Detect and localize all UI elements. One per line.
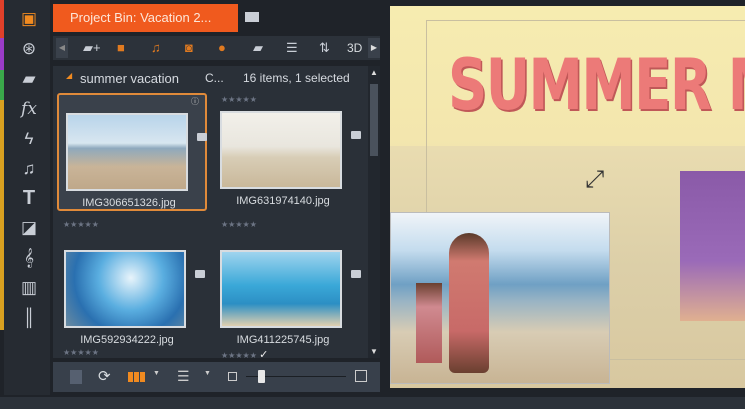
rating-stars[interactable]: ★★★★★ — [221, 95, 257, 104]
folder-filter-icon[interactable]: ▰ — [253, 38, 263, 58]
file-name: IMG592934222.jpg — [80, 334, 174, 346]
file-name: IMG631974140.jpg — [236, 195, 330, 207]
thumbnail — [66, 113, 188, 191]
rating-stars[interactable]: ★★★★★ — [63, 220, 99, 229]
rating-stars[interactable]: ★★★★★ — [221, 220, 257, 229]
folder-icon — [351, 131, 361, 139]
music-icon[interactable]: ♫ — [18, 158, 40, 180]
audio-filter-icon[interactable]: ♫ — [151, 38, 161, 58]
library-sidebar: ▣ ⊛ ▰ fx ϟ ♫ T ◪ 𝄞 ▥ ║ — [4, 0, 50, 395]
text-icon[interactable]: T — [18, 187, 40, 209]
tab-project-bin[interactable]: Project Bin: Vacation 2... — [53, 4, 238, 32]
breadcrumb-collection[interactable]: C... — [205, 71, 224, 85]
photo-overlay[interactable] — [390, 212, 610, 384]
file-name: IMG411225745.jpg — [236, 334, 330, 346]
waveform-icon[interactable]: ║ — [18, 307, 40, 329]
large-thumb-icon — [355, 370, 367, 382]
undock-icon[interactable] — [245, 12, 259, 22]
fx-icon[interactable]: fx — [18, 98, 40, 120]
grid-view-icon[interactable] — [128, 372, 146, 382]
folder-icon — [351, 270, 361, 278]
thumbnail — [64, 250, 186, 328]
photo-filter-icon[interactable]: ◙ — [185, 38, 193, 58]
folder-icon — [197, 133, 207, 141]
lightning-icon[interactable]: ϟ — [18, 128, 40, 150]
details-view-icon[interactable]: ☰ — [177, 368, 190, 385]
collapse-icon[interactable]: ◢ — [66, 71, 72, 80]
preview-canvas[interactable]: SUMMER M ⤢ — [390, 6, 745, 388]
project-bin-panel: Project Bin: Vacation 2... ◀ ▰+ ■ ♫ ◙ ● … — [50, 0, 382, 395]
new-folder-icon[interactable]: ▰+ — [83, 38, 101, 58]
breadcrumb: ◢ summer vacation C... 16 items, 1 selec… — [53, 66, 368, 90]
3d-filter-button[interactable]: 3D — [347, 38, 362, 58]
bin-bottom-bar: ⟳ ▼ ☰ ▼ — [53, 362, 380, 392]
child-figure — [416, 283, 442, 363]
small-thumb-icon — [228, 372, 237, 381]
refresh-icon[interactable]: ⟳ — [98, 367, 111, 385]
file-name: IMG306651326.jpg — [82, 197, 176, 209]
status-bar — [0, 397, 745, 409]
transition-icon[interactable]: ◪ — [18, 217, 40, 239]
bin-toolbar: ◀ ▰+ ■ ♫ ◙ ● ▰ ☰ ⇅ 3D ▶ — [53, 36, 380, 60]
item-count: 16 items, 1 selected — [243, 71, 350, 85]
piano-icon[interactable]: ▥ — [18, 277, 40, 299]
rating-stars[interactable]: ★★★★★ — [63, 348, 99, 357]
person-figure — [449, 233, 489, 373]
checkmark-icon: ✓ — [259, 349, 269, 361]
thumbnail — [220, 111, 342, 189]
scroll-right-button[interactable]: ▶ — [368, 38, 380, 58]
breadcrumb-folder[interactable]: summer vacation — [80, 71, 179, 86]
media-tile[interactable]: IMG592934222.jpg — [57, 232, 207, 350]
project-filter-icon[interactable]: ● — [218, 38, 226, 58]
clef-icon[interactable]: 𝄞 — [18, 247, 40, 269]
film-reel-icon[interactable]: ⊛ — [18, 38, 40, 60]
folder-icon — [195, 270, 205, 278]
media-tile[interactable]: ⓘ IMG306651326.jpg — [57, 93, 207, 211]
bin-icon[interactable]: ▣ — [18, 8, 40, 30]
video-filter-icon[interactable]: ■ — [117, 38, 125, 58]
resize-icon: ⤢ — [585, 166, 605, 193]
stack-icon[interactable] — [70, 370, 82, 384]
slider-handle[interactable] — [258, 370, 265, 383]
media-tile[interactable]: ★★★★★ IMG631974140.jpg — [213, 93, 363, 211]
media-grid: ⓘ IMG306651326.jpg ★★★★★ ★★★★★ IMG631974… — [53, 90, 368, 361]
sort-icon[interactable]: ⇅ — [319, 38, 330, 58]
folder-icon[interactable]: ▰ — [18, 68, 40, 90]
scroll-down-icon[interactable]: ▼ — [370, 347, 378, 356]
scroll-up-icon[interactable]: ▲ — [370, 68, 378, 77]
info-icon[interactable]: ⓘ — [191, 96, 199, 107]
chevron-down-icon[interactable]: ▼ — [153, 370, 160, 377]
scroll-thumb[interactable] — [370, 84, 378, 156]
rating-stars[interactable]: ★★★★★ ✓ — [221, 348, 268, 361]
media-tile[interactable]: IMG411225745.jpg — [213, 232, 363, 350]
list-view-icon[interactable]: ☰ — [286, 38, 298, 58]
scroll-left-button[interactable]: ◀ — [56, 38, 68, 58]
title-text[interactable]: SUMMER M — [448, 44, 745, 126]
chevron-down-icon[interactable]: ▼ — [204, 370, 211, 377]
child-figure — [680, 171, 745, 321]
scrollbar[interactable]: ▲ ▼ — [368, 66, 380, 358]
thumbnail — [220, 250, 342, 328]
